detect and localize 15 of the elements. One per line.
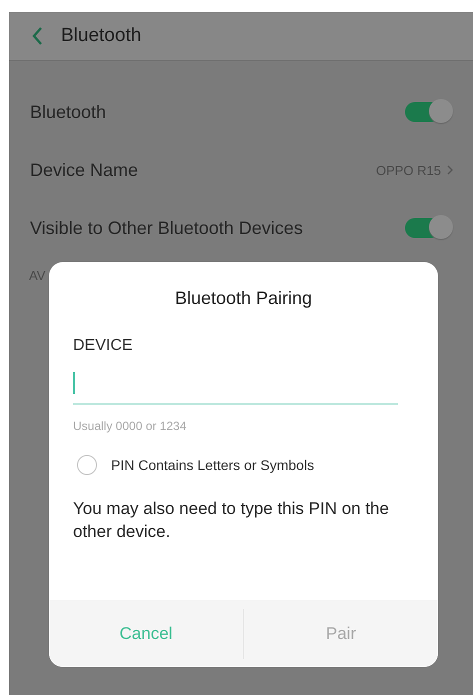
toggle-switch[interactable] [405, 99, 453, 125]
text-cursor [73, 372, 75, 394]
hint-text: Usually 0000 or 1234 [73, 419, 188, 433]
dialog-title: Bluetooth Pairing [174, 288, 314, 309]
radio-button[interactable] [77, 455, 97, 475]
dialog-message: You may also need to type this PIN on the other device. [73, 498, 390, 543]
setting-label: Device Name [30, 160, 140, 180]
option-label: PIN Contains Letters or Symbols [111, 457, 314, 473]
toggle-switch[interactable] [405, 215, 453, 241]
field-label: DEVICE [73, 337, 134, 355]
back-icon[interactable] [31, 26, 43, 46]
setting-label: Bluetooth [30, 102, 108, 122]
setting-label: Visible to Other Bluetooth Devices [30, 218, 304, 238]
chevron-icon[interactable] [447, 165, 453, 175]
page-title: Bluetooth [61, 25, 142, 47]
